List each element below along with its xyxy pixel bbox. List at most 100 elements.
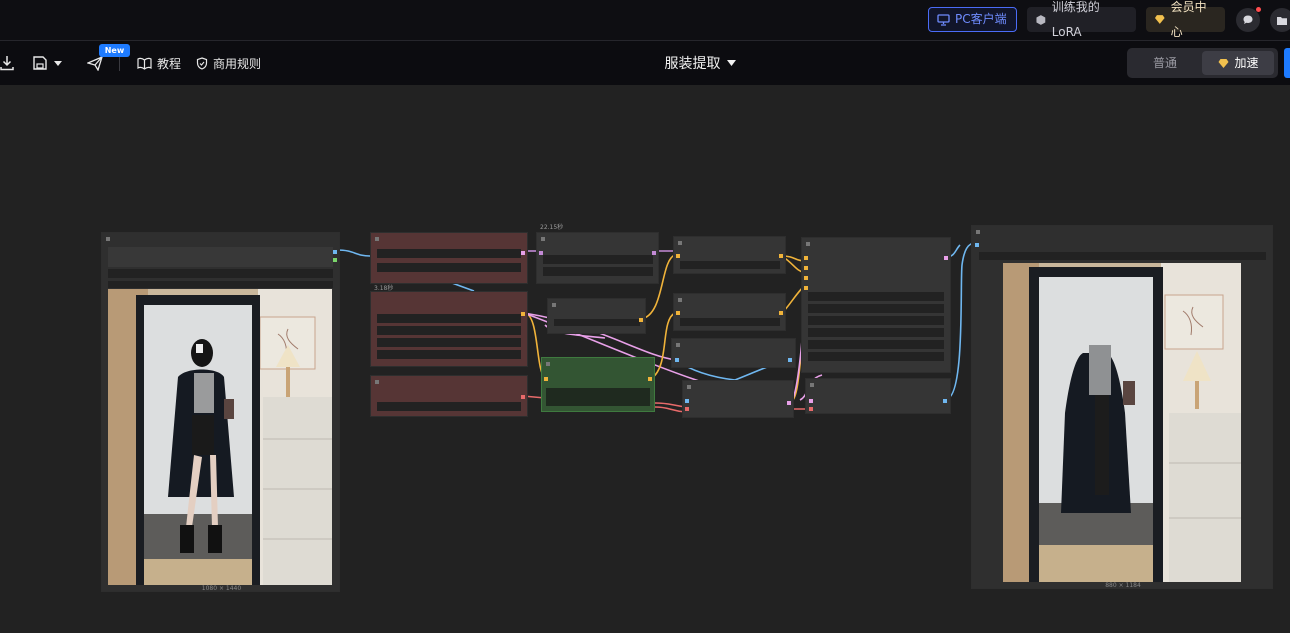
node-widget-row[interactable] (554, 319, 640, 326)
composite-node[interactable] (805, 378, 951, 414)
segment-node[interactable] (801, 237, 951, 373)
input-port[interactable] (804, 276, 808, 280)
output-port[interactable] (639, 318, 643, 322)
node-widget-row[interactable] (108, 269, 333, 278)
output-port[interactable] (652, 251, 656, 255)
input-image-size: 1080 × 1440 (201, 585, 242, 592)
save-button[interactable] (32, 53, 63, 73)
node-collapse-dot[interactable] (552, 303, 556, 307)
node-collapse-dot[interactable] (976, 230, 980, 234)
speed-mode-toggle[interactable]: 普通 加速 (1127, 48, 1278, 78)
node-widget-row[interactable] (808, 340, 944, 349)
message-button[interactable] (1236, 7, 1261, 32)
workflow-title-dropdown[interactable]: 服装提取 (640, 53, 760, 73)
input-port[interactable] (676, 311, 680, 315)
pc-client-button[interactable]: PC客户端 (928, 7, 1017, 32)
load-image-node[interactable]: 1080 × 1440 (101, 232, 340, 592)
output-port[interactable] (648, 377, 652, 381)
node-widget-row[interactable] (543, 255, 653, 264)
node-widget-row[interactable] (808, 352, 944, 361)
node-collapse-dot[interactable] (678, 298, 682, 302)
node-collapse-dot[interactable] (375, 237, 379, 241)
loader-node-3[interactable] (370, 375, 528, 417)
node-widget-row[interactable] (680, 261, 780, 269)
chevron-down-icon[interactable] (53, 59, 63, 67)
mode-fast-option[interactable]: 加速 (1202, 51, 1274, 75)
node-widget-row[interactable] (108, 281, 333, 288)
process-node-6[interactable] (682, 380, 794, 418)
input-port[interactable] (675, 358, 679, 362)
node-widget-row[interactable] (377, 249, 521, 258)
node-collapse-dot[interactable] (687, 385, 691, 389)
monitor-icon (937, 13, 950, 26)
output-port[interactable] (779, 254, 783, 258)
input-port[interactable] (975, 243, 979, 247)
process-node-2[interactable] (547, 298, 646, 334)
node-collapse-dot[interactable] (541, 237, 545, 241)
workflow-toolbar: 教程 商用规则 服装提取 普通 加速 (0, 41, 1290, 85)
input-port[interactable] (685, 399, 689, 403)
node-widget-row[interactable] (808, 316, 944, 325)
output-port[interactable] (944, 256, 948, 260)
commercial-rules-link[interactable]: 商用规则 (196, 53, 261, 73)
node-widget-row[interactable] (377, 402, 521, 411)
tutorial-link[interactable]: 教程 (137, 53, 181, 73)
input-port[interactable] (544, 377, 548, 381)
process-node-3[interactable] (673, 236, 786, 274)
node-widget-row[interactable] (377, 263, 521, 272)
node-widget-row[interactable] (680, 318, 780, 326)
node-widget-row[interactable] (377, 314, 521, 323)
input-port[interactable] (809, 399, 813, 403)
output-port[interactable] (333, 250, 337, 254)
node-collapse-dot[interactable] (676, 343, 680, 347)
input-port[interactable] (804, 266, 808, 270)
input-port[interactable] (804, 286, 808, 290)
node-widget-row[interactable] (808, 328, 944, 337)
output-port[interactable] (521, 312, 525, 316)
node-collapse-dot[interactable] (806, 242, 810, 246)
member-center-button[interactable]: 会员中心 (1146, 0, 1225, 39)
input-photo-image (108, 289, 332, 585)
node-widget-row[interactable] (808, 304, 944, 313)
output-port[interactable] (521, 251, 525, 255)
node-collapse-dot[interactable] (546, 362, 550, 366)
node-widget-row[interactable] (108, 247, 333, 267)
prompt-text-area[interactable] (546, 388, 650, 406)
node-widget-row[interactable] (543, 267, 653, 276)
output-port[interactable] (779, 311, 783, 315)
process-node-1[interactable] (536, 232, 659, 284)
run-button[interactable] (1284, 48, 1290, 78)
preview-image-node[interactable]: 880 × 1184 (971, 225, 1273, 589)
process-node-4[interactable] (673, 293, 786, 331)
output-port[interactable] (333, 258, 337, 262)
process-node-5[interactable] (671, 338, 796, 368)
node-widget-row[interactable] (979, 252, 1266, 260)
node-widget-row[interactable] (377, 350, 521, 359)
input-port[interactable] (804, 256, 808, 260)
folder-button[interactable] (1270, 8, 1290, 32)
node-collapse-dot[interactable] (106, 237, 110, 241)
prompt-node[interactable] (541, 357, 655, 412)
node-collapse-dot[interactable] (375, 380, 379, 384)
output-port[interactable] (787, 401, 791, 405)
node-canvas[interactable]: 1080 × 1440 3.18秒 22.15秒 880 × 1184 (0, 85, 1290, 633)
input-port[interactable] (685, 407, 689, 411)
download-button[interactable] (0, 53, 14, 73)
output-port[interactable] (521, 395, 525, 399)
node-widget-row[interactable] (808, 292, 944, 301)
node-collapse-dot[interactable] (810, 383, 814, 387)
output-port[interactable] (788, 358, 792, 362)
node-collapse-dot[interactable] (678, 241, 682, 245)
node-widget-row[interactable] (377, 338, 521, 347)
train-lora-button[interactable]: 训练我的LoRA (1027, 0, 1136, 39)
loader-node-1[interactable] (370, 232, 528, 284)
output-port[interactable] (943, 399, 947, 403)
loader-node-2[interactable] (370, 291, 528, 367)
input-port[interactable] (676, 254, 680, 258)
mode-normal-option[interactable]: 普通 (1130, 51, 1200, 75)
input-port[interactable] (809, 407, 813, 411)
save-icon (33, 56, 47, 70)
input-port[interactable] (539, 251, 543, 255)
workflow-title: 服装提取 (664, 56, 721, 72)
node-widget-row[interactable] (377, 326, 521, 335)
